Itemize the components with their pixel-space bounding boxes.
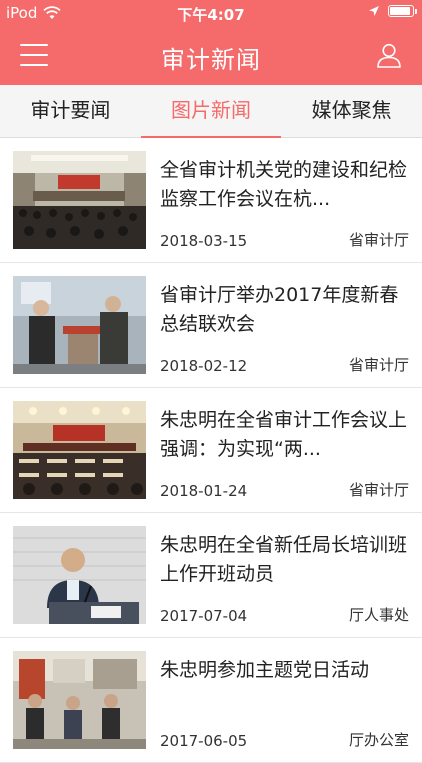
news-item[interactable]: 全省审计机关党的建设和纪检监察工作会议在杭... 2018-03-15 省审计厅 bbox=[0, 138, 422, 263]
page-title: 审计新闻 bbox=[161, 46, 261, 74]
category-tabs: 审计要闻 图片新闻 媒体聚焦 bbox=[0, 85, 422, 138]
news-item[interactable]: 省审计厅举办2017年度新春总结联欢会 2018-02-12 省审计厅 bbox=[0, 263, 422, 388]
news-item[interactable]: 朱忠明在全省新任局长培训班上作开班动员 2017-07-04 厅人事处 bbox=[0, 513, 422, 638]
news-item[interactable]: 朱忠明参加主题党日活动 2017-06-05 厅办公室 bbox=[0, 638, 422, 763]
news-title: 省审计厅举办2017年度新春总结联欢会 bbox=[160, 284, 399, 335]
battery-icon bbox=[388, 5, 417, 17]
news-thumbnail-speaker bbox=[13, 526, 146, 624]
news-date: 2017-06-05 bbox=[160, 732, 248, 750]
status-bar: iPod 下午4:07 bbox=[0, 0, 422, 28]
battery-fill bbox=[390, 7, 411, 15]
news-source: 省审计厅 bbox=[348, 231, 409, 249]
news-title: 朱忠明参加主题党日活动 bbox=[160, 659, 370, 681]
news-date: 2018-03-15 bbox=[160, 232, 248, 250]
news-list: 全省审计机关党的建设和纪检监察工作会议在杭... 2018-03-15 省审计厅… bbox=[0, 138, 422, 763]
news-thumbnail-exhibition bbox=[13, 651, 146, 749]
news-title: 全省审计机关党的建设和纪检监察工作会议在杭... bbox=[160, 159, 408, 210]
status-right bbox=[368, 5, 417, 17]
location-arrow-icon bbox=[369, 6, 379, 16]
tab-photo-news[interactable]: 图片新闻 bbox=[140, 85, 282, 138]
news-source: 省审计厅 bbox=[348, 481, 409, 499]
news-thumbnail-meeting-hall bbox=[13, 151, 146, 249]
news-date: 2017-07-04 bbox=[160, 607, 248, 625]
news-title: 朱忠明在全省审计工作会议上强调：为实现“两... bbox=[160, 409, 408, 460]
news-source: 厅人事处 bbox=[348, 606, 409, 624]
header-bar: 审计新闻 bbox=[0, 28, 422, 85]
news-item[interactable]: 朱忠明在全省审计工作会议上强调：为实现“两... 2018-01-24 省审计厅 bbox=[0, 388, 422, 513]
news-title: 朱忠明在全省新任局长培训班上作开班动员 bbox=[160, 534, 408, 585]
tab-media-focus[interactable]: 媒体聚焦 bbox=[281, 85, 422, 137]
news-source: 省审计厅 bbox=[348, 356, 409, 374]
news-thumbnail-celebration bbox=[13, 276, 146, 374]
news-source: 厅办公室 bbox=[348, 731, 409, 749]
news-date: 2018-02-12 bbox=[160, 357, 248, 375]
status-time: 下午4:07 bbox=[177, 6, 245, 24]
news-date: 2018-01-24 bbox=[160, 482, 248, 500]
user-profile-icon[interactable] bbox=[376, 42, 402, 68]
news-thumbnail-conference bbox=[13, 401, 146, 499]
tab-audit-news[interactable]: 审计要闻 bbox=[0, 85, 141, 137]
